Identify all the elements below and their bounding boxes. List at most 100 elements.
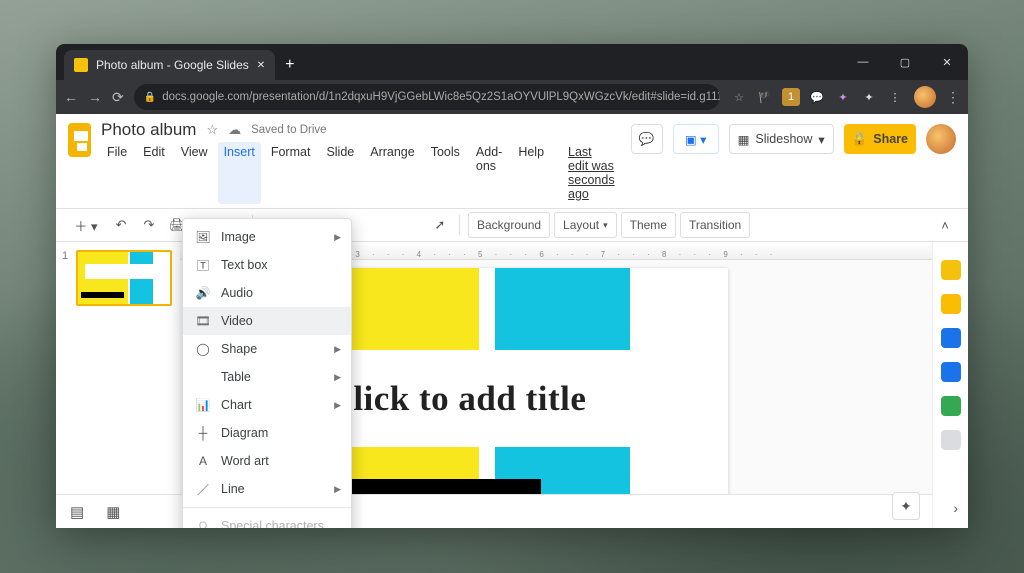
chart-icon: 📊: [195, 398, 211, 412]
menu-item-label: Audio: [221, 286, 253, 300]
menu-item-label: Line: [221, 482, 245, 496]
filmstrip-view-button[interactable]: ▤: [70, 503, 84, 521]
url-text: docs.google.com/presentation/d/1n2dqxuH9…: [162, 91, 720, 103]
insert-menu-diagram[interactable]: ┼Diagram: [183, 419, 351, 447]
contacts-icon[interactable]: [941, 362, 961, 382]
saved-status: Saved to Drive: [251, 124, 326, 136]
chrome-window: Photo album - Google Slides ✕ + — ▢ ✕ ← …: [56, 44, 968, 528]
one-badge[interactable]: 1: [782, 88, 800, 106]
theme-button[interactable]: Theme: [621, 212, 676, 238]
maps-icon[interactable]: [941, 396, 961, 416]
menu-insert[interactable]: Insert: [218, 142, 261, 204]
tab-title: Photo album - Google Slides: [96, 58, 249, 72]
insert-menu-image[interactable]: 🖼 Image ▶: [183, 223, 351, 251]
account-avatar[interactable]: [926, 124, 956, 154]
menu-item-label: Special characters: [221, 519, 324, 528]
back-button[interactable]: ←: [64, 89, 78, 105]
document-title[interactable]: Photo album: [101, 120, 196, 140]
extensions-row: ☆ 🏴 1 💬 ✦ ✦ ⋮: [730, 88, 904, 106]
close-window-button[interactable]: ✕: [926, 44, 968, 80]
toolbar-button-1[interactable]: ↶: [108, 212, 134, 238]
insert-menu-shape[interactable]: ◯Shape▶: [183, 335, 351, 363]
meet-present-button[interactable]: ▣ ▾: [673, 124, 719, 154]
menu-view[interactable]: View: [175, 142, 214, 204]
insert-menu-text-box[interactable]: 🅃 Text box: [183, 251, 351, 279]
menu-file[interactable]: File: [101, 142, 133, 204]
add-icon[interactable]: [941, 430, 961, 450]
slideshow-button[interactable]: ▦ Slideshow ▾: [729, 124, 834, 154]
insert-menu-word-art[interactable]: A Word art: [183, 447, 351, 475]
toolbar-separator: [459, 215, 460, 235]
explore-button[interactable]: ✦: [892, 492, 920, 520]
chrome-profile-avatar[interactable]: [914, 86, 936, 108]
chrome-menu-button[interactable]: ⋮: [946, 89, 960, 106]
submenu-arrow-icon: ▶: [334, 344, 341, 355]
menu-item-label: Chart: [221, 398, 252, 412]
menu-item-label: Word art: [221, 454, 269, 468]
slides-logo-icon[interactable]: [68, 123, 91, 157]
menu-format[interactable]: Format: [265, 142, 317, 204]
menu-item-label: Table: [221, 370, 251, 384]
submenu-arrow-icon: ▶: [334, 400, 341, 411]
word-art-icon: A: [195, 454, 211, 468]
slide-thumbnail[interactable]: [76, 250, 172, 306]
collapse-toolbar-button[interactable]: ˄: [932, 212, 958, 238]
last-edit-status[interactable]: Last edit was seconds ago: [562, 142, 621, 204]
flag-icon[interactable]: 🏴: [756, 88, 774, 106]
menu-item-label: Diagram: [221, 426, 268, 440]
document-header: Photo album ☆ ☁ Saved to Drive FileEditV…: [56, 114, 968, 204]
toolbar-button-0[interactable]: ＋ ▾: [66, 212, 106, 238]
slides-app: Photo album ☆ ☁ Saved to Drive FileEditV…: [56, 114, 968, 528]
text-box-icon: 🅃: [195, 257, 211, 274]
minimize-button[interactable]: —: [842, 44, 884, 80]
select-tool-button[interactable]: ➚: [427, 212, 453, 238]
tasks-icon[interactable]: [941, 328, 961, 348]
toolbar-button-2[interactable]: ↷: [136, 212, 162, 238]
side-panel-toggle[interactable]: ›: [953, 500, 958, 516]
reload-button[interactable]: ⟳: [112, 89, 124, 106]
browser-tab[interactable]: Photo album - Google Slides ✕: [64, 50, 275, 80]
right-rail: [932, 242, 968, 528]
tab-close-icon[interactable]: ✕: [257, 60, 265, 71]
background-button[interactable]: Background: [468, 212, 550, 238]
menu-slide[interactable]: Slide: [320, 142, 360, 204]
transition-button[interactable]: Transition: [680, 212, 750, 238]
menu-tools[interactable]: Tools: [425, 142, 466, 204]
maximize-button[interactable]: ▢: [884, 44, 926, 80]
insert-menu-chart[interactable]: 📊 Chart ▶: [183, 391, 351, 419]
menu-help[interactable]: Help: [512, 142, 550, 204]
url-field[interactable]: 🔒 docs.google.com/presentation/d/1n2dqxu…: [134, 84, 720, 110]
grid-view-button[interactable]: ▦: [106, 503, 120, 521]
wand-icon[interactable]: ✦: [834, 88, 852, 106]
menu-arrange[interactable]: Arrange: [364, 142, 420, 204]
address-bar: ← → ⟳ 🔒 docs.google.com/presentation/d/1…: [56, 80, 968, 114]
comment-history-button[interactable]: 💬: [631, 124, 663, 154]
submenu-arrow-icon: ▶: [334, 232, 341, 243]
shape-icon: ◯: [195, 342, 211, 356]
new-tab-button[interactable]: +: [285, 56, 294, 74]
star-document-icon[interactable]: ☆: [206, 122, 218, 138]
insert-menu-table[interactable]: Table ▶: [183, 363, 351, 391]
image-icon: 🖼: [195, 230, 211, 244]
submenu-arrow-icon: ▶: [334, 372, 341, 383]
puzzle-icon[interactable]: ✦: [860, 88, 878, 106]
share-button[interactable]: 🔒Share: [844, 124, 916, 154]
star-icon[interactable]: ☆: [730, 88, 748, 106]
line-icon: ／: [195, 481, 211, 498]
menu-item-label: Text box: [221, 258, 268, 272]
menu-add-ons[interactable]: Add-ons: [470, 142, 508, 204]
menu-edit[interactable]: Edit: [137, 142, 171, 204]
chat-icon[interactable]: 💬: [808, 88, 826, 106]
more-icon[interactable]: ⋮: [886, 88, 904, 106]
calendar-icon[interactable]: [941, 260, 961, 280]
layout-button[interactable]: Layout▾: [554, 212, 617, 238]
keep-icon[interactable]: [941, 294, 961, 314]
insert-menu-audio[interactable]: 🔊Audio: [183, 279, 351, 307]
cloud-saved-icon: ☁: [228, 122, 241, 138]
menu-item-label: Image: [221, 230, 256, 244]
menu-separator: [183, 507, 351, 508]
forward-button[interactable]: →: [88, 89, 102, 105]
insert-menu-video[interactable]: 🎞Video: [183, 307, 351, 335]
video-icon: 🎞: [195, 314, 211, 328]
insert-menu-line[interactable]: ／Line▶: [183, 475, 351, 503]
